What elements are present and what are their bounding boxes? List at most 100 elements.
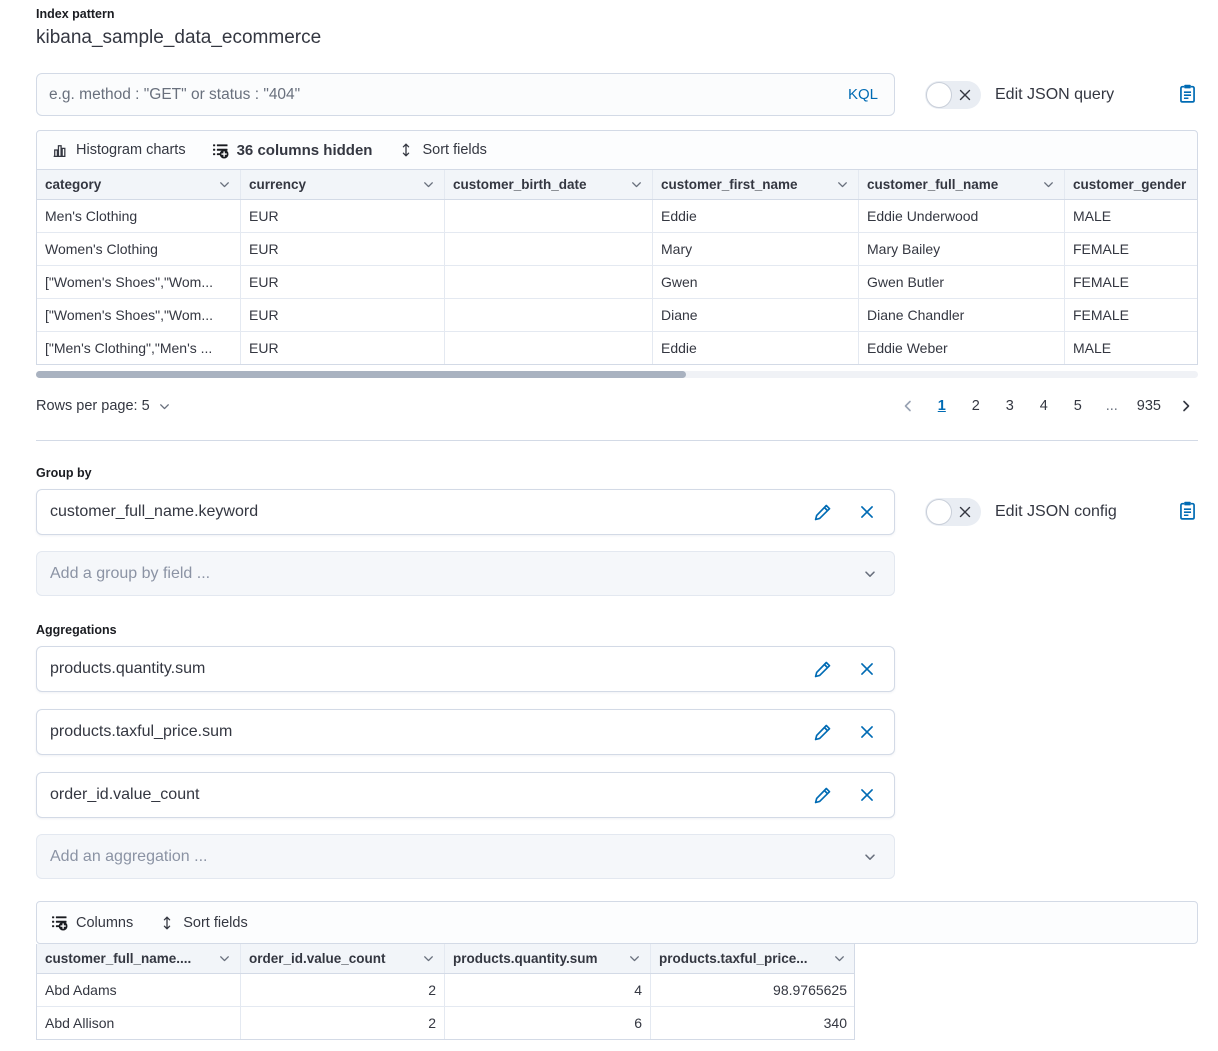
column-header-category[interactable]: category [37, 170, 241, 199]
column-header-customer-full-name[interactable]: customer_full_name.... [37, 944, 241, 973]
table-cell: Women's Clothing [37, 233, 241, 265]
table-cell: ["Women's Shoes","Wom... [37, 299, 241, 331]
page-number-button[interactable]: 2 [964, 394, 988, 418]
page-number-button[interactable]: 3 [998, 394, 1022, 418]
scrollbar-thumb[interactable] [36, 371, 686, 378]
copy-query-button[interactable] [1177, 83, 1198, 107]
remove-aggregation-button[interactable] [858, 660, 876, 678]
table-cell: EUR [241, 266, 445, 298]
table-row: Men's Clothing EUR Eddie Eddie Underwood… [37, 200, 1197, 233]
column-header-customer-gender[interactable]: customer_gender [1065, 170, 1198, 199]
toggle-off-icon [957, 504, 973, 520]
sort-icon [159, 915, 175, 931]
page-number-button[interactable]: 4 [1032, 394, 1056, 418]
column-actions-button[interactable] [217, 177, 232, 192]
table-cell: ["Men's Clothing","Men's ... [37, 332, 241, 364]
column-actions-button[interactable] [629, 177, 644, 192]
edit-aggregation-button[interactable] [813, 786, 832, 805]
page-number-button[interactable]: 1 [930, 394, 954, 418]
kql-language-button[interactable]: KQL [844, 86, 882, 103]
column-actions-button[interactable] [835, 177, 850, 192]
table-row: Abd Adams 2 4 98.9765625 [37, 974, 854, 1007]
edit-aggregation-button[interactable] [813, 723, 832, 742]
table-cell: Diane [653, 299, 859, 331]
column-header-customer-full-name[interactable]: customer_full_name [859, 170, 1065, 199]
column-header-customer-first-name[interactable]: customer_first_name [653, 170, 859, 199]
close-icon [858, 786, 876, 804]
table-cell: MALE [1065, 200, 1198, 232]
group-by-section: Group by customer_full_name.keyword Edit… [36, 466, 1198, 596]
column-header-products-taxful-price[interactable]: products.taxful_price... [651, 944, 855, 973]
sort-fields-button[interactable]: Sort fields [159, 915, 247, 931]
page-number-button[interactable]: 935 [1134, 394, 1164, 418]
sort-fields-button[interactable]: Sort fields [398, 142, 486, 158]
source-grid-toolbar: Histogram charts 36 columns hidden Sort … [36, 130, 1198, 170]
table-row: ["Women's Shoes","Wom... EUR Gwen Gwen B… [37, 266, 1197, 299]
column-actions-button[interactable] [217, 951, 232, 966]
histogram-charts-button[interactable]: Histogram charts [51, 142, 186, 159]
aggregation-item: products.quantity.sum [36, 646, 895, 692]
table-cell: 2 [241, 974, 445, 1006]
table-cell: Mary [653, 233, 859, 265]
rows-per-page-button[interactable]: Rows per page: 5 [36, 398, 172, 414]
chevron-down-icon [832, 951, 847, 966]
sort-icon [398, 142, 414, 158]
next-page-button[interactable] [1174, 394, 1198, 418]
clipboard-icon [1177, 500, 1198, 521]
pagination-ellipsis: ... [1100, 394, 1124, 418]
table-cell: 2 [241, 1007, 445, 1039]
histogram-icon [51, 142, 68, 159]
column-actions-button[interactable] [1041, 177, 1056, 192]
table-cell: MALE [1065, 332, 1198, 364]
aggregations-label: Aggregations [36, 623, 1198, 637]
table-cell: 98.9765625 [651, 974, 855, 1006]
remove-group-by-button[interactable] [858, 503, 876, 521]
previous-page-button[interactable] [896, 394, 920, 418]
table-cell: EUR [241, 233, 445, 265]
close-icon [858, 660, 876, 678]
transform-wizard-page: Index pattern kibana_sample_data_ecommer… [0, 0, 1218, 1051]
table-cell: EUR [241, 299, 445, 331]
columns-list-icon [212, 142, 229, 159]
table-cell: EUR [241, 200, 445, 232]
column-header-currency[interactable]: currency [241, 170, 445, 199]
chevron-down-icon [421, 177, 436, 192]
chevron-left-icon [900, 398, 916, 414]
chevron-down-icon [862, 566, 878, 582]
aggregation-item: products.taxful_price.sum [36, 709, 895, 755]
column-actions-button[interactable] [627, 951, 642, 966]
aggregation-item: order_id.value_count [36, 772, 895, 818]
remove-aggregation-button[interactable] [858, 723, 876, 741]
columns-button[interactable]: Columns [51, 914, 133, 931]
table-cell: Abd Adams [37, 974, 241, 1006]
table-cell: ["Women's Shoes","Wom... [37, 266, 241, 298]
table-cell [445, 332, 653, 364]
group-by-value: customer_full_name.keyword [50, 503, 813, 521]
close-icon [858, 723, 876, 741]
table-cell: Eddie Underwood [859, 200, 1065, 232]
columns-hidden-button[interactable]: 36 columns hidden [212, 142, 373, 159]
table-cell: Mary Bailey [859, 233, 1065, 265]
remove-aggregation-button[interactable] [858, 786, 876, 804]
column-header-customer-birth-date[interactable]: customer_birth_date [445, 170, 653, 199]
column-actions-button[interactable] [832, 951, 847, 966]
column-header-products-quantity-sum[interactable]: products.quantity.sum [445, 944, 651, 973]
query-bar: KQL Edit JSON query [36, 73, 1198, 116]
edit-aggregation-button[interactable] [813, 660, 832, 679]
add-aggregation-select[interactable]: Add an aggregation ... [36, 834, 895, 879]
preview-grid-toolbar: Columns Sort fields [36, 901, 1198, 944]
kql-search-input[interactable] [49, 86, 844, 104]
copy-config-button[interactable] [1177, 500, 1198, 524]
edit-group-by-button[interactable] [813, 503, 832, 522]
add-group-by-select[interactable]: Add a group by field ... [36, 551, 895, 596]
aggregation-value: products.taxful_price.sum [50, 723, 813, 741]
column-header-order-id-value-count[interactable]: order_id.value_count [241, 944, 445, 973]
chevron-down-icon [157, 399, 172, 414]
page-number-button[interactable]: 5 [1066, 394, 1090, 418]
edit-json-config-toggle[interactable] [925, 498, 981, 526]
column-actions-button[interactable] [421, 951, 436, 966]
table-cell: 6 [445, 1007, 651, 1039]
column-actions-button[interactable] [421, 177, 436, 192]
edit-json-query-toggle[interactable] [925, 81, 981, 109]
table-cell: FEMALE [1065, 299, 1198, 331]
